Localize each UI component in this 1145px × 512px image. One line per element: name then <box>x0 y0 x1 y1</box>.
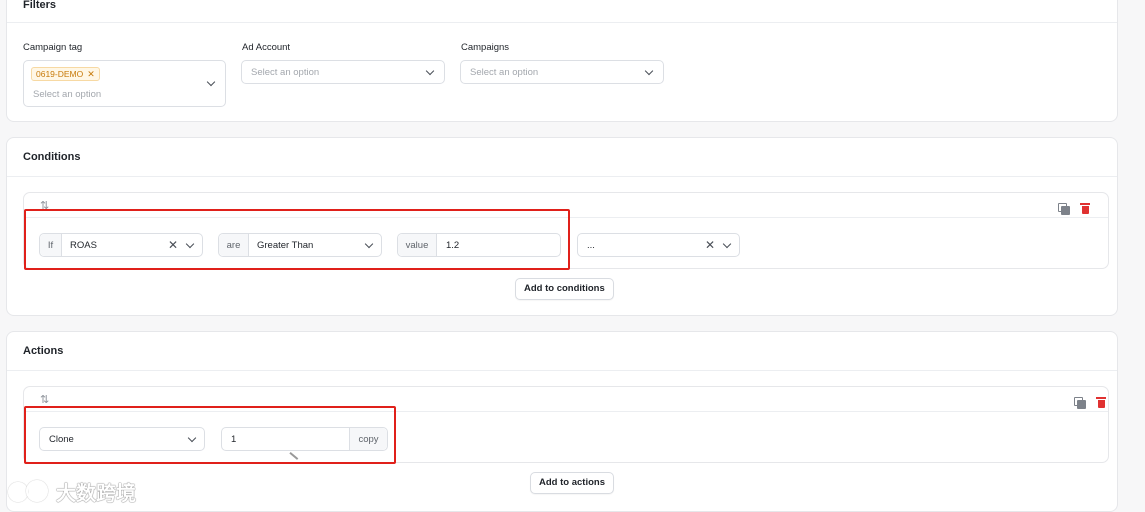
filters-title: Filters <box>23 0 57 11</box>
add-to-actions-button[interactable]: Add to actions <box>530 472 614 494</box>
campaigns-label: Campaigns <box>461 42 510 53</box>
sort-icon[interactable]: ⇅ <box>40 393 49 406</box>
campaign-tag-chip: 0619-DEMO ✕ <box>31 67 100 81</box>
actions-highlight-box <box>24 406 396 464</box>
extra-select[interactable]: ... ✕ <box>577 233 740 257</box>
actions-header: Actions <box>7 332 1117 371</box>
campaign-tag-label: Campaign tag <box>23 42 83 53</box>
campaigns-placeholder: Select an option <box>470 67 539 78</box>
filters-card: Filters Campaign tag 0619-DEMO ✕ Select a… <box>6 0 1118 122</box>
watermark-text: 大数跨境 <box>56 482 136 505</box>
campaigns-select[interactable]: Select an option <box>460 60 664 84</box>
watermark-logo-icon <box>8 478 50 504</box>
conditions-header: Conditions <box>7 138 1117 177</box>
filters-header: Filters <box>7 0 1117 23</box>
campaign-tag-chip-label: 0619-DEMO <box>36 69 84 79</box>
trash-icon[interactable] <box>1080 202 1090 214</box>
chevron-down-icon <box>722 239 732 249</box>
ad-account-placeholder: Select an option <box>251 67 320 78</box>
extra-value: ... <box>587 240 595 251</box>
chevron-down-icon <box>644 66 654 76</box>
copy-icon[interactable] <box>1058 203 1070 215</box>
watermark: 大数跨境 <box>8 476 136 506</box>
actions-title: Actions <box>23 345 64 357</box>
conditions-highlight-box <box>24 209 570 270</box>
remove-tag-icon[interactable]: ✕ <box>87 69 95 79</box>
campaign-tag-placeholder: Select an option <box>33 89 102 100</box>
campaign-tag-select[interactable]: 0619-DEMO ✕ Select an option <box>23 60 226 107</box>
chevron-down-icon <box>425 66 435 76</box>
copy-icon[interactable] <box>1074 397 1086 409</box>
clear-icon[interactable]: ✕ <box>705 238 715 252</box>
trash-icon[interactable] <box>1096 396 1106 408</box>
conditions-title: Conditions <box>23 151 81 163</box>
chevron-down-icon <box>206 77 216 87</box>
ad-account-label: Ad Account <box>242 42 291 53</box>
ad-account-select[interactable]: Select an option <box>241 60 445 84</box>
add-to-conditions-button[interactable]: Add to conditions <box>515 278 614 300</box>
